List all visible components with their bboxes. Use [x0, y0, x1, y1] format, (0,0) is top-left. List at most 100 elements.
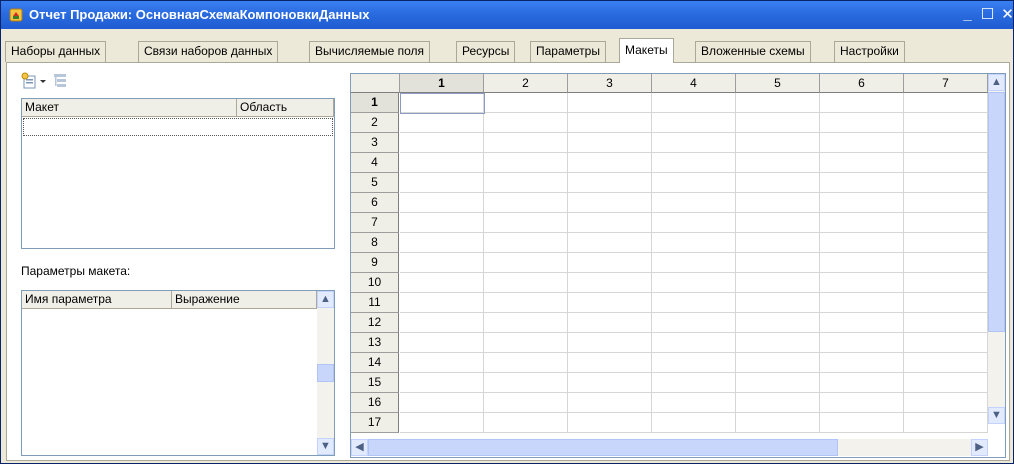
tab-calculated-fields[interactable]: Вычисляемые поля — [309, 41, 431, 62]
sheet-cell[interactable] — [568, 93, 652, 113]
row-header[interactable]: 12 — [351, 313, 399, 333]
sheet-cell[interactable] — [820, 153, 904, 173]
sheet-cell[interactable] — [568, 113, 652, 133]
sheet-cell[interactable] — [736, 333, 820, 353]
sheet-cell[interactable] — [484, 173, 568, 193]
row-header[interactable]: 1 — [351, 93, 399, 113]
sheet-vertical-scrollbar[interactable]: ▲ ▼ — [988, 74, 1005, 424]
sheet-cell[interactable] — [652, 333, 736, 353]
sheet-cell[interactable] — [736, 273, 820, 293]
scroll-up-button[interactable]: ▲ — [317, 291, 334, 308]
column-header[interactable]: 6 — [820, 74, 904, 93]
sheet-cell[interactable] — [568, 313, 652, 333]
sheet-cell[interactable] — [652, 353, 736, 373]
params-vertical-scrollbar[interactable]: ▲ ▼ — [317, 291, 334, 455]
row-header[interactable]: 8 — [351, 233, 399, 253]
sheet-cell[interactable] — [904, 373, 988, 393]
sheet-cell[interactable] — [568, 273, 652, 293]
sheet-cell[interactable] — [568, 153, 652, 173]
sheet-cell[interactable] — [904, 213, 988, 233]
sheet-cell[interactable] — [736, 113, 820, 133]
title-bar[interactable]: Отчет Продажи: ОсновнаяСхемаКомпоновкиДа… — [1, 1, 1014, 29]
sheet-cell[interactable] — [400, 173, 484, 193]
row-header[interactable]: 15 — [351, 373, 399, 393]
sheet-cell[interactable] — [736, 293, 820, 313]
sheet-cell[interactable] — [652, 253, 736, 273]
tab-nested-schemas[interactable]: Вложенные схемы — [695, 41, 811, 62]
sheet-cell[interactable] — [652, 93, 736, 113]
sheet-scroll-left-button[interactable]: ◀ — [351, 439, 368, 456]
sheet-cell[interactable] — [652, 413, 736, 433]
sheet-cell[interactable] — [904, 353, 988, 373]
sheet-cell[interactable] — [400, 213, 484, 233]
tab-layouts[interactable]: Макеты — [619, 38, 674, 63]
sheet-cell[interactable] — [568, 353, 652, 373]
sheet-cell[interactable] — [736, 373, 820, 393]
sheet-cell[interactable] — [820, 373, 904, 393]
sheet-cell[interactable] — [820, 113, 904, 133]
sheet-cell[interactable] — [736, 173, 820, 193]
sheet-cell[interactable] — [736, 233, 820, 253]
tab-data-set-links[interactable]: Связи наборов данных — [138, 41, 279, 62]
column-header-expression[interactable]: Выражение — [172, 291, 317, 309]
sheet-cell[interactable] — [400, 273, 484, 293]
sheet-cell[interactable] — [400, 293, 484, 313]
sheet-cell[interactable] — [736, 153, 820, 173]
row-header[interactable]: 5 — [351, 173, 399, 193]
row-header[interactable]: 6 — [351, 193, 399, 213]
sheet-cell[interactable] — [904, 93, 988, 113]
sheet-cell[interactable] — [652, 213, 736, 233]
sheet-cell[interactable] — [820, 93, 904, 113]
sheet-cell[interactable] — [736, 193, 820, 213]
row-header[interactable]: 17 — [351, 413, 399, 433]
sheet-cell[interactable] — [736, 253, 820, 273]
sheet-horizontal-scrollbar[interactable]: ◀ ▶ — [351, 439, 988, 456]
sheet-cell[interactable] — [652, 233, 736, 253]
sheet-cell[interactable] — [820, 213, 904, 233]
sheet-cell[interactable] — [568, 293, 652, 313]
sheet-cell[interactable] — [400, 313, 484, 333]
sheet-cell[interactable] — [820, 353, 904, 373]
sheet-cell[interactable] — [820, 413, 904, 433]
sheet-cell[interactable] — [400, 413, 484, 433]
sheet-cell[interactable] — [568, 193, 652, 213]
sheet-cell[interactable] — [904, 273, 988, 293]
sheet-cell[interactable] — [904, 313, 988, 333]
column-header-layout[interactable]: Макет — [22, 99, 237, 117]
sheet-cell[interactable] — [820, 233, 904, 253]
sheet-scroll-down-button[interactable]: ▼ — [988, 407, 1005, 424]
column-header[interactable]: 1 — [400, 74, 484, 93]
sheet-cell[interactable] — [736, 413, 820, 433]
sheet-scroll-up-button[interactable]: ▲ — [988, 74, 1005, 91]
sheet-cell[interactable] — [400, 393, 484, 413]
sheet-cell[interactable] — [568, 133, 652, 153]
params-table[interactable]: Имя параметра Выражение ▲ ▼ — [21, 290, 335, 456]
sheet-cell[interactable] — [652, 173, 736, 193]
sheet-cell[interactable] — [736, 213, 820, 233]
tab-parameters[interactable]: Параметры — [530, 41, 606, 62]
tab-settings[interactable]: Настройки — [834, 41, 905, 62]
sheet-cell[interactable] — [652, 133, 736, 153]
sheet-cell[interactable] — [652, 313, 736, 333]
scroll-down-button[interactable]: ▼ — [317, 438, 334, 455]
sheet-cell[interactable] — [484, 93, 568, 113]
row-header[interactable]: 13 — [351, 333, 399, 353]
sheet-cell[interactable] — [652, 293, 736, 313]
sheet-cell[interactable] — [400, 253, 484, 273]
sheet-scroll-right-button[interactable]: ▶ — [971, 439, 988, 456]
sheet-cell[interactable] — [400, 133, 484, 153]
column-header-area[interactable]: Область — [237, 99, 334, 117]
sheet-cell[interactable] — [400, 373, 484, 393]
minimize-button[interactable]: _ — [957, 5, 978, 25]
sheet-cell[interactable] — [736, 313, 820, 333]
sheet-cell[interactable] — [820, 333, 904, 353]
sheet-cell[interactable] — [820, 133, 904, 153]
sheet-cell[interactable] — [568, 253, 652, 273]
scroll-thumb[interactable] — [317, 364, 334, 382]
sheet-cell[interactable] — [484, 273, 568, 293]
sheet-cell[interactable] — [568, 413, 652, 433]
sheet-cell[interactable] — [904, 253, 988, 273]
sheet-cell[interactable] — [904, 153, 988, 173]
row-header[interactable]: 2 — [351, 113, 399, 133]
sheet-cell[interactable] — [484, 293, 568, 313]
